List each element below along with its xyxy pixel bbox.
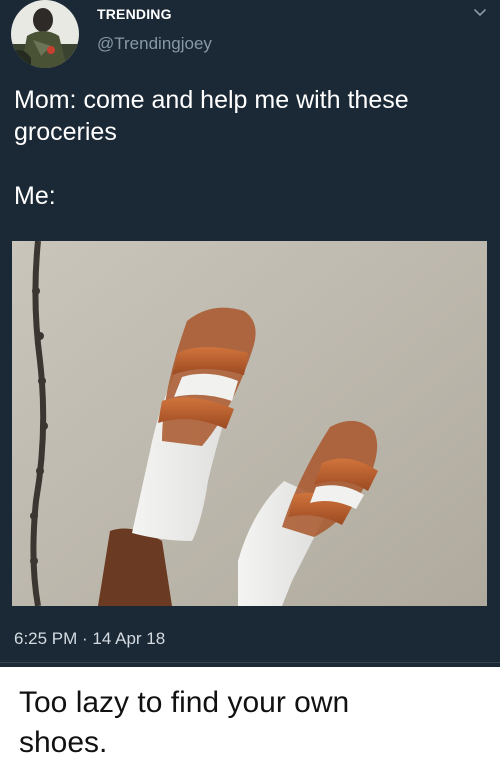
chevron-down-icon[interactable]	[472, 6, 488, 20]
tweet-photo[interactable]	[12, 241, 487, 606]
avatar-image	[11, 0, 79, 68]
tweet-timestamp: 6:25 PM · 14 Apr 18	[14, 629, 166, 648]
display-name[interactable]: TRENDING	[97, 6, 172, 22]
tweet-text-line: Mom: come and help me with these	[14, 86, 409, 114]
tweet-text-line: groceries	[14, 118, 117, 146]
tweet-card: TRENDING @Trendingjoey Mom: come and hel…	[0, 0, 500, 667]
meme-caption: Too lazy to find your own shoes.	[19, 683, 489, 763]
caption-line: Too lazy to find your own	[19, 686, 350, 719]
tweet-text-line: Me:	[14, 182, 56, 210]
caption-line: shoes.	[19, 726, 108, 759]
divider	[0, 662, 500, 663]
user-handle[interactable]: @Trendingjoey	[97, 34, 212, 54]
tweet-text: Mom: come and help me with these groceri…	[14, 84, 484, 212]
sandals-photo	[12, 241, 487, 606]
avatar[interactable]	[11, 0, 79, 68]
